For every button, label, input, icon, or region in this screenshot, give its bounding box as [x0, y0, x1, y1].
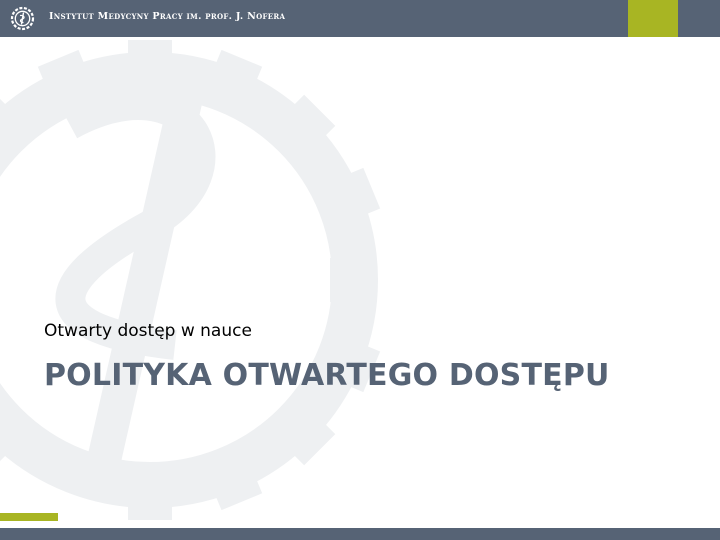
header-accent-block — [628, 0, 678, 37]
slide-subtitle: Otwarty dostęp w nauce — [44, 321, 252, 341]
footer-accent-bar — [0, 513, 58, 521]
slide-title: POLITYKA OTWARTEGO DOSTĘPU — [44, 358, 610, 393]
gear-serpent-emblem-icon — [0, 40, 381, 520]
footer-bar — [0, 528, 720, 540]
header-bar: Instytut Medycyny Pracy im. prof. J. Nof… — [0, 0, 720, 37]
slide: Instytut Medycyny Pracy im. prof. J. Nof… — [0, 0, 720, 540]
institution-name: Instytut Medycyny Pracy im. prof. J. Nof… — [49, 11, 286, 22]
caduceus-gear-icon — [10, 6, 35, 31]
